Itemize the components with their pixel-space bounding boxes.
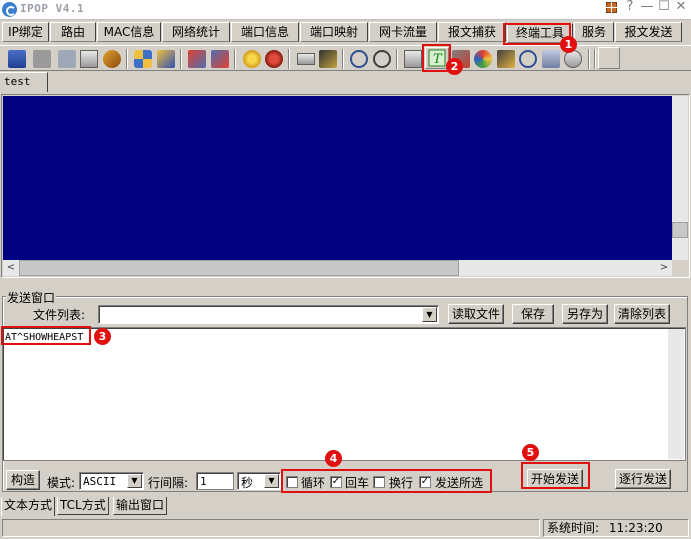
record-icon[interactable] [265, 50, 283, 68]
copy-icon[interactable] [80, 50, 98, 68]
light-icon[interactable] [243, 50, 261, 68]
chevron-down-icon[interactable]: ▼ [127, 474, 142, 488]
toolbar-separator [594, 49, 596, 69]
tab-nic-traffic[interactable]: 网卡流量 [369, 22, 437, 42]
editor-vertical-scrollbar[interactable] [668, 329, 684, 459]
annotation-badge-1: 1 [560, 36, 577, 53]
interval-label: 行间隔: [148, 476, 189, 490]
tab-ip-binding[interactable]: IP绑定 [2, 22, 49, 42]
file-list-label: 文件列表: [33, 308, 86, 322]
app-logo-icon [2, 2, 17, 17]
tab-port-mapping[interactable]: 端口映射 [300, 22, 368, 42]
properties-icon[interactable] [134, 50, 152, 68]
session-tabs: test [0, 72, 691, 92]
send-file-icon[interactable] [188, 50, 206, 68]
keyboard-icon[interactable] [297, 53, 315, 65]
pen-icon[interactable] [497, 50, 515, 68]
toolbar-separator [126, 49, 128, 69]
minimize-button[interactable]: — [640, 0, 654, 14]
interval-value: 1 [200, 475, 207, 488]
maximize-button[interactable]: ☐ [657, 0, 671, 14]
annotation-highlight-4 [281, 469, 492, 493]
system-time-value: 11:23:20 [608, 521, 663, 535]
toolbar-separator [588, 49, 590, 69]
tab-output-window[interactable]: 输出窗口 [113, 497, 168, 515]
tab-tcl-mode[interactable]: TCL方式 [57, 497, 109, 515]
chevron-down-icon[interactable]: ▼ [422, 307, 437, 322]
interval-unit-select[interactable]: 秒 ▼ [237, 472, 281, 490]
tab-mac-info[interactable]: MAC信息 [97, 22, 161, 42]
read-file-button[interactable]: 读取文件 [448, 304, 504, 324]
close-button[interactable]: ✕ [674, 0, 688, 14]
mode-value: ASCII [83, 475, 117, 488]
file-list-combo[interactable]: ▼ [98, 305, 439, 324]
session-tab-test[interactable]: test [0, 72, 48, 92]
annotation-badge-2: 2 [446, 58, 463, 75]
toolbar: T [0, 45, 691, 71]
send-window-title: 发送窗口 [6, 289, 57, 306]
receive-file-icon[interactable] [211, 50, 229, 68]
tab-packet-capture[interactable]: 报文捕获 [438, 22, 506, 42]
window-title: IPOP V4.1 [20, 2, 85, 15]
interval-unit-value: 秒 [241, 476, 254, 490]
title-bar: IPOP V4.1 ? — ☐ ✕ [0, 0, 691, 20]
connect-icon[interactable] [8, 50, 26, 68]
annotation-badge-5: 5 [522, 444, 539, 461]
erase-icon[interactable] [542, 50, 560, 68]
toolbar-separator [234, 49, 236, 69]
zoom-icon[interactable] [350, 50, 368, 68]
layout-icon[interactable] [606, 2, 617, 13]
disconnect-icon[interactable] [33, 50, 51, 68]
status-panel-time: 系统时间: 11:23:20 [543, 519, 689, 537]
calculator-icon[interactable] [404, 50, 422, 68]
annotation-highlight-3 [1, 326, 91, 345]
status-bar: 系统时间: 11:23:20 [0, 517, 691, 539]
mode-select[interactable]: ASCII ▼ [79, 472, 144, 490]
tab-text-mode[interactable]: 文本方式 [1, 497, 56, 516]
cut-icon[interactable] [58, 50, 76, 68]
find-icon[interactable] [519, 50, 537, 68]
status-panel-main [2, 519, 540, 537]
save-button[interactable]: 保存 [512, 304, 554, 324]
scroll-corner [672, 260, 688, 276]
mode-label: 模式: [47, 476, 76, 490]
output-vertical-scrollbar[interactable] [672, 96, 688, 260]
interval-input[interactable]: 1 [196, 472, 234, 490]
tools-icon[interactable] [157, 50, 175, 68]
toolbar-separator [180, 49, 182, 69]
save-as-button[interactable]: 另存为 [562, 304, 608, 324]
toolbar-separator [396, 49, 398, 69]
hand-icon[interactable] [103, 50, 121, 68]
send-content-editor[interactable]: AT^SHOWHEAPST [2, 327, 686, 461]
terminal-output-panel: < > [1, 94, 690, 278]
scroll-left-arrow-icon[interactable]: < [3, 260, 19, 276]
construct-button[interactable]: 构造 [6, 470, 40, 490]
tab-port-info[interactable]: 端口信息 [231, 22, 299, 42]
toolbar-separator [288, 49, 290, 69]
clear-list-button[interactable]: 清除列表 [614, 304, 670, 324]
annotation-badge-4: 4 [325, 450, 342, 467]
chevron-down-icon[interactable]: ▼ [264, 474, 279, 488]
system-time-label: 系统时间: [547, 521, 600, 535]
tab-routing[interactable]: 路由 [50, 22, 96, 42]
terminal-output[interactable] [3, 96, 672, 260]
function-tabs: IP绑定 路由 MAC信息 网络统计 端口信息 端口映射 网卡流量 报文捕获 终… [0, 21, 691, 43]
scroll-right-arrow-icon[interactable]: > [656, 260, 672, 276]
output-horizontal-scroll-thumb[interactable] [19, 260, 459, 276]
tab-network-stats[interactable]: 网络统计 [162, 22, 230, 42]
ipop-window: IPOP V4.1 ? — ☐ ✕ IP绑定 路由 MAC信息 网络统计 端口信… [0, 0, 691, 539]
send-line-by-line-button[interactable]: 逐行发送 [615, 469, 671, 489]
blank-toolbar-button[interactable] [598, 47, 620, 69]
target-icon[interactable] [373, 50, 391, 68]
help-button[interactable]: ? [623, 0, 637, 14]
output-horizontal-scrollbar[interactable]: < > [3, 260, 672, 276]
tab-packet-send[interactable]: 报文发送 [615, 22, 682, 42]
toolbar-separator [342, 49, 344, 69]
color-wheel-icon[interactable] [474, 50, 492, 68]
annotation-badge-3: 3 [94, 328, 111, 345]
run-icon[interactable] [319, 50, 337, 68]
annotation-highlight-5 [521, 462, 590, 489]
tab-services[interactable]: 服务 [574, 22, 614, 42]
output-vertical-scroll-thumb[interactable] [672, 222, 688, 238]
